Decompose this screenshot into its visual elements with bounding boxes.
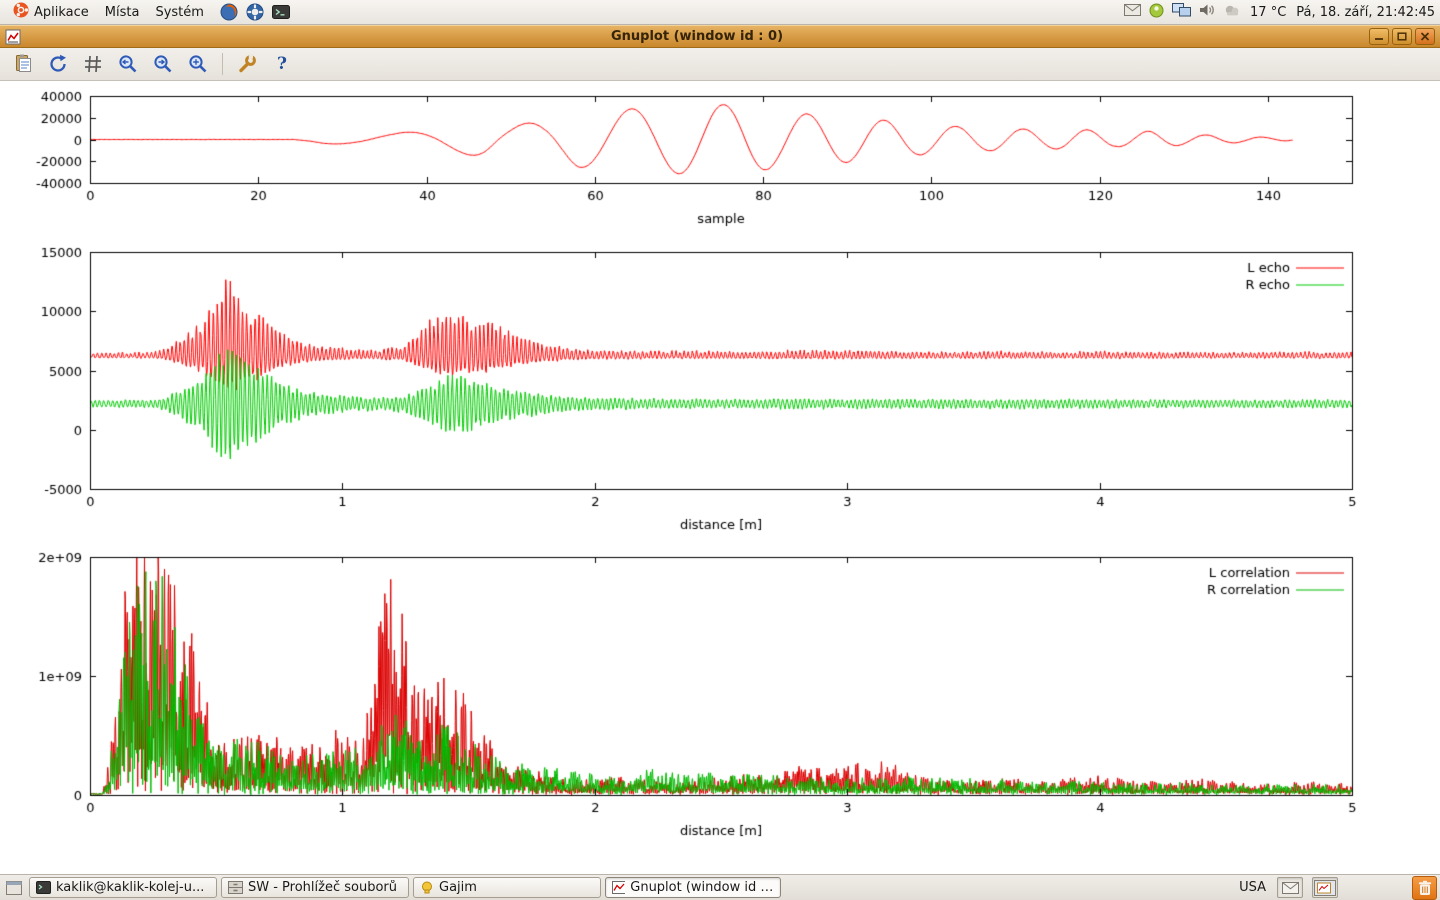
chart-echo[interactable] [0,240,1440,545]
maximize-icon [1397,32,1407,41]
taskbar-item-gajim[interactable]: Gajim [413,877,601,898]
maximize-button[interactable] [1392,28,1412,45]
grid-button[interactable] [80,51,106,77]
window-controls [1369,28,1435,45]
panel-status-area: 17 °C Pá, 18. září, 21:42:45 [1124,3,1435,22]
help-icon: ? [277,54,287,74]
firefox-icon[interactable] [220,3,238,21]
desktop: Aplikace Místa Systém [0,0,1440,900]
panel-menus: Aplikace Místa Systém [5,0,290,24]
taskbar-item-file-manager[interactable]: SW - Prohlížeč souborů [221,877,409,898]
config-button[interactable] [234,51,260,77]
tray-spacer [1347,887,1403,888]
menu-applications-label: Aplikace [34,5,89,20]
minimize-icon [1374,32,1384,41]
file-manager-icon [228,881,243,894]
menu-system[interactable]: Systém [147,0,211,24]
show-desktop-icon [6,881,22,895]
help-browser-icon[interactable] [246,3,264,21]
terminal-icon[interactable] [272,4,290,20]
taskbar-item-label: SW - Prohlížeč souborů [248,880,397,895]
gnuplot-window-icon [5,29,21,45]
minimize-button[interactable] [1369,28,1389,45]
panel-launchers [220,3,290,21]
show-desktop-button[interactable] [3,877,25,899]
taskbar: kaklik@kaklik-kolej-u... SW - Prohlížeč … [0,874,1440,900]
volume-icon[interactable] [1199,3,1216,21]
config-icon [237,54,257,74]
grid-icon [83,54,103,74]
taskbar-tray: USA [1237,876,1437,900]
taskbar-item-label: kaklik@kaklik-kolej-u... [56,880,204,895]
clock[interactable]: Pá, 18. září, 21:42:45 [1296,5,1435,20]
zoom-previous-icon [118,54,138,74]
mail-tray-icon [1282,882,1299,894]
replot-button[interactable] [45,51,71,77]
top-panel: Aplikace Místa Systém [0,0,1440,25]
temperature-label: 17 °C [1250,5,1286,20]
menu-places-label: Místa [105,5,140,20]
plot-area [0,81,1440,874]
zoom-previous-button[interactable] [115,51,141,77]
workspace-switcher[interactable] [1312,877,1338,898]
keyboard-layout-indicator[interactable]: USA [1237,880,1268,895]
display-icon[interactable] [1172,3,1191,21]
menu-system-label: Systém [155,5,203,20]
mail-tray-button[interactable] [1277,877,1303,898]
taskbar-item-label: Gnuplot (window id : 0) [630,880,774,895]
toolbar-separator [222,53,223,75]
help-button[interactable]: ? [269,51,295,77]
autoscale-icon [188,54,208,74]
autoscale-button[interactable] [185,51,211,77]
chart-chirp-signal[interactable] [0,88,1440,240]
ubuntu-logo-icon [13,2,29,22]
taskbar-item-gnuplot[interactable]: Gnuplot (window id : 0) [605,877,781,898]
workspace-icon [1314,880,1336,896]
copy-button[interactable] [10,51,36,77]
close-button[interactable] [1415,28,1435,45]
gnuplot-icon [612,881,625,894]
status-tray-icon[interactable] [1149,3,1164,22]
trash-button[interactable] [1412,876,1437,900]
mail-icon[interactable] [1124,4,1141,20]
replot-icon [48,54,68,74]
taskbar-item-terminal[interactable]: kaklik@kaklik-kolej-u... [29,877,217,898]
window-title: Gnuplot (window id : 0) [25,29,1369,44]
weather-icon[interactable] [1224,4,1241,20]
trash-icon [1418,880,1432,896]
gajim-icon [420,881,434,895]
menu-places[interactable]: Místa [97,0,148,24]
chart-correlation[interactable] [0,545,1440,850]
zoom-next-button[interactable] [150,51,176,77]
titlebar[interactable]: Gnuplot (window id : 0) [0,25,1440,48]
zoom-next-icon [153,54,173,74]
terminal-icon [36,881,51,894]
close-icon [1420,32,1430,41]
menu-applications[interactable]: Aplikace [5,0,97,24]
gnuplot-toolbar: ? [0,48,1440,81]
copy-icon [13,54,33,74]
taskbar-item-label: Gajim [439,880,477,895]
